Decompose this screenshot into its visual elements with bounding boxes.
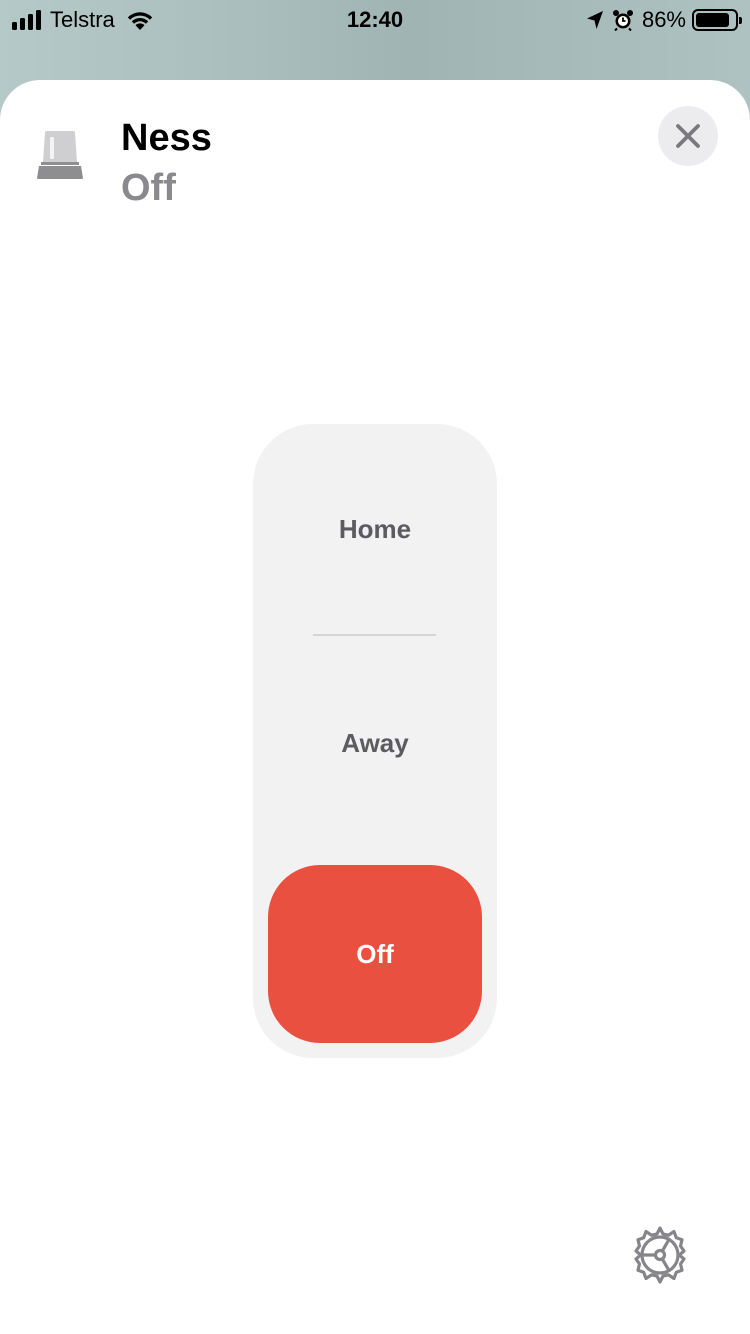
mode-away-button[interactable]: Away bbox=[253, 726, 497, 760]
close-button[interactable] bbox=[658, 106, 718, 166]
settings-button[interactable] bbox=[630, 1225, 690, 1285]
gear-icon bbox=[634, 1226, 686, 1284]
accessory-name: Ness bbox=[121, 117, 212, 159]
location-arrow-icon bbox=[586, 11, 603, 29]
status-right: 86% bbox=[586, 6, 742, 34]
mode-divider bbox=[313, 634, 436, 636]
battery-icon bbox=[692, 9, 742, 31]
status-bar: Telstra 12:40 86% bbox=[0, 0, 750, 40]
battery-level bbox=[696, 13, 729, 27]
mode-home-button[interactable]: Home bbox=[253, 512, 497, 546]
security-system-icon bbox=[37, 131, 83, 179]
accessory-status: Off bbox=[121, 167, 176, 209]
alarm-icon bbox=[612, 10, 633, 31]
battery-percent: 86% bbox=[641, 7, 686, 32]
security-mode-selector[interactable]: Home Away Off bbox=[253, 424, 497, 1058]
battery-tip bbox=[739, 17, 742, 24]
mode-off-button[interactable]: Off bbox=[268, 865, 482, 1043]
close-icon bbox=[676, 124, 700, 148]
accessory-detail-sheet: Ness Off Home Away Off bbox=[0, 80, 750, 1334]
